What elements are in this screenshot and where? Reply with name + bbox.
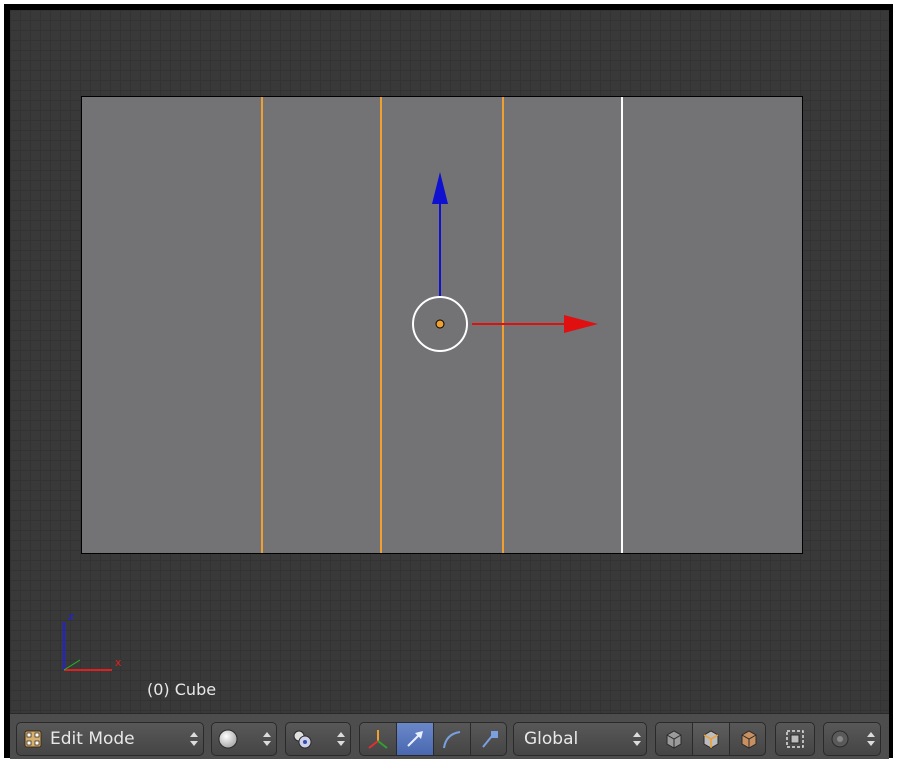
pivot-point-selector[interactable] bbox=[285, 722, 351, 756]
edge-select-button[interactable] bbox=[693, 723, 730, 755]
selected-edge[interactable] bbox=[380, 97, 382, 553]
pivot-point-icon bbox=[293, 730, 312, 749]
viewport-shading-selector[interactable] bbox=[211, 722, 277, 756]
mode-label: Edit Mode bbox=[50, 729, 135, 749]
transform-orientation-selector[interactable]: Global bbox=[513, 722, 647, 756]
updown-arrows-icon bbox=[633, 732, 641, 746]
orientation-label: Global bbox=[524, 729, 579, 749]
axis-x-label: x bbox=[115, 656, 122, 669]
updown-arrows-icon bbox=[190, 732, 198, 746]
select-mode-group bbox=[655, 722, 766, 756]
scale-icon bbox=[481, 731, 498, 748]
rotate-arc-icon bbox=[443, 731, 461, 749]
mode-selector[interactable]: Edit Mode bbox=[16, 722, 204, 756]
translate-manipulator-button[interactable] bbox=[397, 723, 434, 755]
face-select-button[interactable] bbox=[730, 723, 767, 755]
updown-arrows-icon bbox=[337, 732, 345, 746]
axis-z-label: z bbox=[68, 610, 74, 623]
proportional-editing-icon bbox=[831, 730, 849, 748]
view-axis-widget: z x bbox=[63, 610, 122, 671]
vertex-select-button[interactable] bbox=[656, 723, 693, 755]
manipulator-group bbox=[359, 722, 507, 756]
active-edge[interactable] bbox=[621, 97, 623, 553]
updown-arrows-icon bbox=[867, 732, 875, 746]
scale-manipulator-button[interactable] bbox=[471, 723, 508, 755]
object-origin-dot bbox=[435, 319, 445, 329]
updown-arrows-icon bbox=[263, 732, 271, 746]
viewport-header: Edit Mode Global bbox=[10, 713, 889, 759]
translate-arrow-icon bbox=[407, 731, 423, 747]
manipulator-toggle-button[interactable] bbox=[360, 723, 397, 755]
rotate-manipulator-button[interactable] bbox=[434, 723, 471, 755]
proportional-editing-selector[interactable] bbox=[823, 722, 881, 756]
window-frame: z x (0) Cube Edit Mode Global bbox=[4, 4, 893, 759]
3d-viewport[interactable]: z x (0) Cube bbox=[10, 10, 889, 713]
solid-sphere-icon bbox=[218, 729, 238, 749]
limit-selection-visible-button[interactable] bbox=[775, 722, 815, 756]
selected-edge[interactable] bbox=[261, 97, 263, 553]
active-object-label: (0) Cube bbox=[147, 680, 217, 699]
manipulator-axes-icon bbox=[368, 730, 388, 749]
edge-select-icon bbox=[703, 730, 719, 749]
limit-selection-visible-icon bbox=[786, 730, 804, 748]
edit-mode-cube-icon bbox=[24, 730, 42, 748]
face-select-icon bbox=[741, 730, 756, 749]
vertex-select-icon bbox=[666, 730, 682, 749]
